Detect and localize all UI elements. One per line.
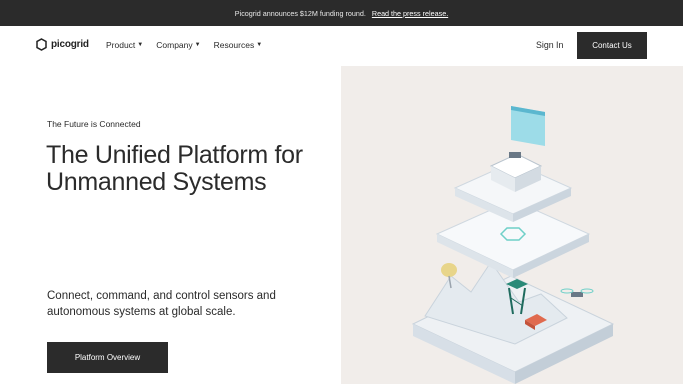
press-release-link[interactable]: Read the press release. [372, 9, 448, 18]
contact-us-button[interactable]: Contact Us [577, 32, 647, 59]
chevron-down-icon: ▼ [256, 42, 263, 48]
hero-eyebrow: The Future is Connected [47, 119, 141, 129]
hero-headline: The Unified Platform for Unmanned System… [46, 141, 303, 196]
logo[interactable]: picogrid [36, 38, 89, 51]
hero-content: The Future is Connected The Unified Plat… [0, 66, 341, 384]
announcement-text: Picogrid announces $12M funding round. [234, 8, 366, 18]
top-navigation: picogrid Product ▼ Company ▼ Resources ▼… [0, 26, 683, 66]
menu-item-resources[interactable]: Resources ▼ [214, 40, 263, 50]
hero-description: Connect, command, and control sensors an… [47, 290, 276, 318]
menu-item-label: Resources [213, 40, 255, 50]
hero-illustration [341, 66, 683, 384]
sign-in-link[interactable]: Sign In [536, 40, 563, 50]
menu-item-label: Company [156, 40, 193, 50]
chevron-down-icon: ▼ [194, 42, 201, 48]
menu-item-company[interactable]: Company ▼ [156, 40, 200, 50]
announcement-bar: Picogrid announces $12M funding round. R… [0, 0, 683, 26]
platform-overview-button[interactable]: Platform Overview [47, 342, 168, 373]
logo-text: picogrid [51, 39, 89, 50]
command-layer [453, 106, 573, 222]
main-menu: Product ▼ Company ▼ Resources ▼ [106, 40, 262, 50]
menu-item-label: Product [106, 40, 136, 50]
isometric-platform-illustration [411, 106, 615, 384]
chevron-down-icon: ▼ [137, 42, 144, 48]
hexagon-logo-icon [36, 38, 47, 51]
drone-icon [560, 288, 594, 297]
menu-item-product[interactable]: Product ▼ [106, 40, 143, 50]
